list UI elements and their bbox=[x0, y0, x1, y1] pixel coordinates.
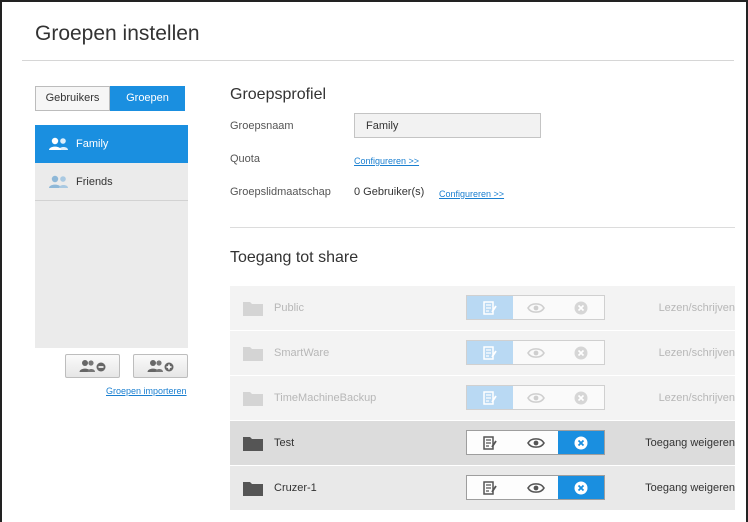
group-name: Friends bbox=[76, 175, 113, 188]
section-divider bbox=[230, 227, 735, 228]
permission-toggle bbox=[466, 385, 605, 410]
deny-icon bbox=[574, 436, 588, 449]
read-write-button[interactable] bbox=[467, 341, 513, 364]
share-row-timemachinebackup: TimeMachineBackup Lezen/schrijven bbox=[230, 376, 735, 420]
edit-icon bbox=[483, 435, 497, 450]
group-list: Family Friends bbox=[35, 125, 188, 348]
add-group-icon bbox=[147, 360, 173, 372]
read-only-button[interactable] bbox=[513, 296, 559, 319]
page-title: Groepen instellen bbox=[35, 22, 200, 45]
import-groups-link[interactable]: Groepen importeren bbox=[106, 386, 187, 396]
folder-icon bbox=[243, 437, 263, 451]
folder-icon bbox=[243, 302, 263, 316]
permission-toggle bbox=[466, 475, 605, 500]
edit-icon bbox=[483, 300, 497, 315]
membership-label: Groepslidmaatschap bbox=[230, 186, 331, 198]
group-icon bbox=[49, 175, 68, 188]
deny-access-button[interactable] bbox=[558, 431, 605, 454]
share-name: SmartWare bbox=[274, 347, 330, 359]
read-only-button[interactable] bbox=[513, 386, 559, 409]
quota-configure-link[interactable]: Configureren >> bbox=[354, 156, 419, 166]
share-row-test: Test Toegang weigeren bbox=[230, 421, 735, 465]
eye-icon bbox=[526, 302, 545, 313]
view-tabs: Gebruikers Groepen bbox=[35, 86, 185, 111]
deny-icon bbox=[574, 346, 588, 359]
group-name-field[interactable] bbox=[354, 113, 541, 138]
read-write-button[interactable] bbox=[467, 431, 513, 454]
group-item-family[interactable]: Family bbox=[35, 125, 188, 163]
profile-title: Groepsprofiel bbox=[230, 86, 327, 103]
share-name: Public bbox=[274, 302, 304, 314]
read-write-button[interactable] bbox=[467, 476, 513, 499]
share-access-title: Toegang tot share bbox=[230, 249, 359, 266]
eye-icon bbox=[526, 347, 545, 358]
edit-icon bbox=[483, 480, 497, 495]
edit-icon bbox=[483, 345, 497, 360]
group-item-friends[interactable]: Friends bbox=[35, 163, 188, 201]
permission-toggle bbox=[466, 340, 605, 365]
share-row-cruzer-1: Cruzer-1 Toegang weigeren bbox=[230, 466, 735, 510]
share-row-smartware: SmartWare Lezen/schrijven bbox=[230, 331, 735, 375]
folder-icon bbox=[243, 482, 263, 496]
share-status: Lezen/schrijven bbox=[658, 347, 735, 359]
share-status: Toegang weigeren bbox=[645, 437, 735, 449]
eye-icon bbox=[526, 392, 545, 403]
read-write-button[interactable] bbox=[467, 386, 513, 409]
title-divider bbox=[22, 60, 734, 61]
read-only-button[interactable] bbox=[513, 431, 559, 454]
deny-access-button[interactable] bbox=[558, 386, 604, 409]
eye-icon bbox=[526, 437, 545, 448]
group-icon bbox=[49, 137, 68, 150]
read-only-button[interactable] bbox=[513, 341, 559, 364]
read-write-button[interactable] bbox=[467, 296, 513, 319]
permission-toggle bbox=[466, 295, 605, 320]
share-name: TimeMachineBackup bbox=[274, 392, 377, 404]
share-status: Lezen/schrijven bbox=[658, 392, 735, 404]
group-name: Family bbox=[76, 137, 109, 150]
permission-toggle bbox=[466, 430, 605, 455]
tab-groups[interactable]: Groepen bbox=[110, 86, 185, 111]
app-window: Groepen instellen Gebruikers Groepen Fam… bbox=[0, 0, 748, 522]
share-name: Cruzer-1 bbox=[274, 482, 317, 494]
read-only-button[interactable] bbox=[513, 476, 559, 499]
deny-icon bbox=[574, 481, 588, 494]
folder-icon bbox=[243, 347, 263, 361]
folder-icon bbox=[243, 392, 263, 406]
deny-access-button[interactable] bbox=[558, 476, 605, 499]
group-actions bbox=[65, 354, 188, 378]
deny-icon bbox=[574, 391, 588, 404]
quota-label: Quota bbox=[230, 153, 260, 165]
share-name: Test bbox=[274, 437, 295, 449]
membership-configure-link[interactable]: Configureren >> bbox=[439, 189, 504, 199]
membership-value: 0 Gebruiker(s) bbox=[354, 186, 425, 198]
group-name-label: Groepsnaam bbox=[230, 120, 294, 132]
add-group-button[interactable] bbox=[133, 354, 188, 378]
deny-access-button[interactable] bbox=[558, 296, 604, 319]
tab-users[interactable]: Gebruikers bbox=[35, 86, 110, 111]
share-row-public: Public Lezen/schrijven bbox=[230, 286, 735, 330]
share-status: Toegang weigeren bbox=[645, 482, 735, 494]
deny-access-button[interactable] bbox=[558, 341, 604, 364]
share-status: Lezen/schrijven bbox=[658, 302, 735, 314]
eye-icon bbox=[526, 482, 545, 493]
remove-group-icon bbox=[79, 360, 105, 372]
remove-group-button[interactable] bbox=[65, 354, 120, 378]
deny-icon bbox=[574, 301, 588, 314]
edit-icon bbox=[483, 390, 497, 405]
